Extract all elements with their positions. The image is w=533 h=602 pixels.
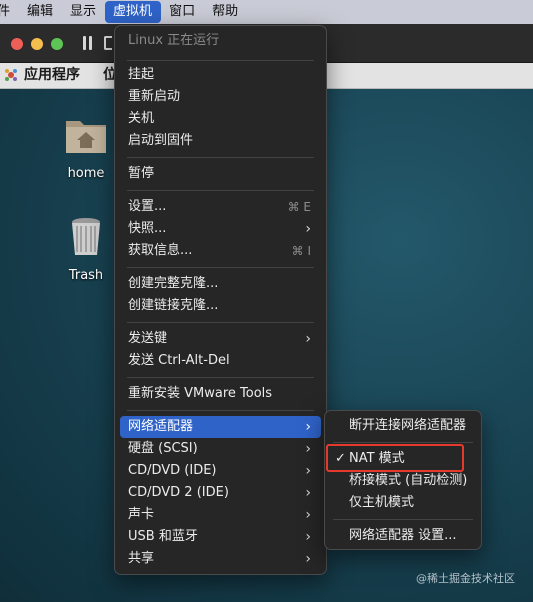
menu-item-snapshots[interactable]: 快照... ›: [120, 218, 321, 240]
menu-separator: [127, 322, 314, 323]
menu-separator: [333, 519, 473, 520]
menu-item-shutdown[interactable]: 关机: [120, 108, 321, 130]
menu-virtual-machine[interactable]: 虚拟机: [105, 1, 162, 23]
menu-separator: [127, 410, 314, 411]
desktop-icon-trash[interactable]: Trash: [54, 214, 118, 283]
menu-item-label: 暂停: [128, 166, 155, 181]
zoom-window-button[interactable]: [51, 38, 63, 50]
snapshot-icon[interactable]: [104, 36, 112, 50]
submenu-item-bridged-mode[interactable]: 桥接模式 (自动检测): [330, 470, 476, 492]
menu-item-label: 硬盘 (SCSI): [128, 441, 198, 456]
chevron-right-icon: ›: [305, 221, 311, 237]
menu-item-label: 创建完整克隆...: [128, 276, 219, 291]
menu-item-suspend[interactable]: 挂起: [120, 64, 321, 86]
virtual-machine-menu: Linux 正在运行 挂起 重新启动 关机 启动到固件 暂停 设置... ⌘ E …: [114, 25, 327, 575]
menu-item-sound-card[interactable]: 声卡 ›: [120, 504, 321, 526]
trash-icon: [72, 218, 100, 255]
menu-item-boot-to-firmware[interactable]: 启动到固件: [120, 130, 321, 152]
menu-item-send-ctrl-alt-del[interactable]: 发送 Ctrl-Alt-Del: [120, 350, 321, 372]
submenu-item-label: 网络适配器 设置...: [349, 528, 457, 543]
menu-item-label: 共享: [128, 551, 155, 566]
menu-header-status: Linux 正在运行: [128, 33, 220, 48]
menu-item-settings[interactable]: 设置... ⌘ E: [120, 196, 321, 218]
menu-item-label: 发送键: [128, 331, 168, 346]
menu-item-restart[interactable]: 重新启动: [120, 86, 321, 108]
chevron-right-icon: ›: [305, 529, 311, 545]
menu-item-label: 重新启动: [128, 89, 181, 104]
app-menu-bar: 件 编辑 显示 虚拟机 窗口 帮助: [0, 0, 533, 24]
menu-item-label: 启动到固件: [128, 133, 194, 148]
menu-item-cd-dvd-2[interactable]: CD/DVD 2 (IDE) ›: [120, 482, 321, 504]
submenu-item-disconnect[interactable]: 断开连接网络适配器: [330, 415, 476, 437]
menu-item-label: 关机: [128, 111, 155, 126]
menu-item-linked-clone[interactable]: 创建链接克隆...: [120, 295, 321, 317]
menu-item-label: CD/DVD 2 (IDE): [128, 485, 229, 500]
menu-help[interactable]: 帮助: [204, 0, 247, 24]
menu-item-label: 声卡: [128, 507, 155, 522]
chevron-right-icon: ›: [305, 441, 311, 457]
submenu-item-label: 断开连接网络适配器: [349, 418, 467, 433]
menu-edit[interactable]: 编辑: [19, 0, 62, 24]
menu-window[interactable]: 窗口: [161, 0, 204, 24]
menu-item-cd-dvd[interactable]: CD/DVD (IDE) ›: [120, 460, 321, 482]
submenu-item-label: 桥接模式 (自动检测): [349, 473, 468, 488]
chevron-right-icon: ›: [305, 419, 311, 435]
chevron-right-icon: ›: [305, 485, 311, 501]
menu-separator: [127, 377, 314, 378]
menu-item-network-adapter[interactable]: 网络适配器 ›: [120, 416, 321, 438]
menu-item-label: 挂起: [128, 67, 155, 82]
menu-item-label: 创建链接克隆...: [128, 298, 219, 313]
menu-item-label: 重新安装 VMware Tools: [128, 386, 273, 401]
menu-item-label: 快照...: [128, 221, 167, 236]
close-window-button[interactable]: [11, 38, 23, 50]
menu-item-label: 发送 Ctrl-Alt-Del: [128, 353, 230, 368]
desktop-icon-label: home: [67, 166, 105, 181]
menu-separator: [333, 442, 473, 443]
menu-item-usb-bluetooth[interactable]: USB 和蓝牙 ›: [120, 526, 321, 548]
chevron-right-icon: ›: [305, 463, 311, 479]
menu-item-label: 网络适配器: [128, 419, 194, 434]
menu-item-pause[interactable]: 暂停: [120, 163, 321, 185]
menu-item-label: CD/DVD (IDE): [128, 463, 217, 478]
network-adapter-submenu: 断开连接网络适配器 ✓ NAT 模式 桥接模式 (自动检测) 仅主机模式 网络适配…: [324, 410, 482, 550]
chevron-right-icon: ›: [305, 551, 311, 567]
menu-item-label: 获取信息...: [128, 243, 193, 258]
submenu-item-label: 仅主机模式: [349, 495, 415, 510]
menu-item-get-info[interactable]: 获取信息... ⌘ I: [120, 240, 321, 262]
submenu-item-host-only-mode[interactable]: 仅主机模式: [330, 492, 476, 514]
submenu-item-network-settings[interactable]: 网络适配器 设置...: [330, 525, 476, 547]
menu-separator: [127, 190, 314, 191]
menu-separator: [127, 157, 314, 158]
chevron-right-icon: ›: [305, 507, 311, 523]
pause-icon[interactable]: [82, 36, 94, 50]
highlight-annotation-box: [326, 444, 464, 472]
desktop-icon-home[interactable]: home: [54, 112, 118, 181]
menu-item-reinstall-vmware-tools[interactable]: 重新安装 VMware Tools: [120, 383, 321, 405]
menu-item-label: USB 和蓝牙: [128, 529, 198, 544]
menu-file[interactable]: 件: [0, 0, 19, 24]
minimize-window-button[interactable]: [31, 38, 43, 50]
get-info-shortcut: ⌘ I: [291, 244, 311, 258]
menu-item-full-clone[interactable]: 创建完整克隆...: [120, 273, 321, 295]
home-folder-icon: [66, 121, 106, 153]
chevron-right-icon: ›: [305, 331, 311, 347]
menu-view[interactable]: 显示: [62, 0, 105, 24]
watermark-text: @稀土掘金技术社区: [416, 572, 515, 585]
settings-shortcut: ⌘ E: [287, 200, 311, 214]
menu-separator: [127, 60, 314, 61]
menu-item-hard-disk[interactable]: 硬盘 (SCSI) ›: [120, 438, 321, 460]
menu-item-label: 设置...: [128, 199, 167, 214]
menu-separator: [127, 267, 314, 268]
applications-icon[interactable]: [4, 68, 18, 82]
applications-menu[interactable]: 应用程序: [24, 62, 80, 88]
desktop-icon-label: Trash: [68, 268, 104, 283]
menu-item-send-key[interactable]: 发送键 ›: [120, 328, 321, 350]
menu-item-sharing[interactable]: 共享 ›: [120, 548, 321, 570]
